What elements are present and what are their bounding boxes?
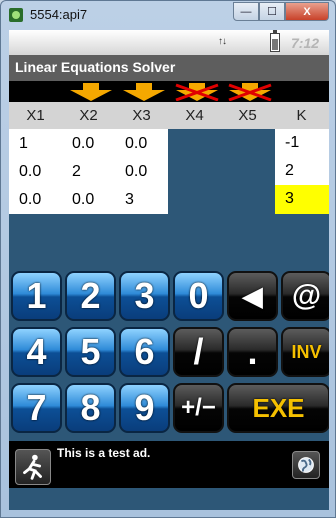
close-icon: X [303,5,311,18]
header-x2: X2 [79,107,98,124]
header-x5: X5 [238,107,257,124]
status-clock: 7:12 [291,35,320,51]
disabled-arrow-icon [175,83,219,101]
header-k: K [296,107,307,124]
window-titlebar: 5554:api7 — ☐ X [1,1,335,29]
maximize-button[interactable]: ☐ [259,2,285,21]
key-0[interactable]: 0 [173,271,224,321]
key-3[interactable]: 3 [119,271,170,321]
matrix-cell[interactable]: 3 [125,191,134,209]
matrix-cell[interactable]: 0.0 [72,135,94,153]
key-4[interactable]: 4 [11,327,62,377]
arrow-down-icon [123,83,165,101]
key-9[interactable]: 9 [119,383,170,433]
ad-text: This is a test ad. [57,446,151,460]
key-1[interactable]: 1 [11,271,62,321]
status-bar: ↑↓ 7:12 [9,30,329,55]
matrix-cell[interactable]: 2 [72,163,81,181]
minimize-icon: — [240,5,252,18]
minimize-button[interactable]: — [233,2,259,21]
maximize-icon: ☐ [267,6,277,18]
inverse-button[interactable]: INV [281,327,329,377]
matrix-cell[interactable]: 0.0 [72,191,94,209]
key-plus-minus[interactable]: +/− [173,383,224,433]
window-title: 5554:api7 [30,7,88,22]
matrix-cell[interactable]: 1 [19,135,28,153]
k-cell[interactable]: -1 [275,129,329,157]
k-cell-selected[interactable]: 3 [275,185,329,214]
emulator-app-icon [9,8,23,22]
matrix-cell[interactable]: 0.0 [19,191,41,209]
close-button[interactable]: X [285,2,329,21]
k-cell[interactable]: 2 [275,157,329,185]
key-2[interactable]: 2 [65,271,116,321]
header-x1: X1 [26,107,45,124]
back-arrow-icon: ◀ [242,280,263,311]
globe-icon[interactable] [292,451,320,479]
matrix-cell[interactable]: 0.0 [125,163,147,181]
keypad: 1 2 3 0 ◀ @ 4 5 6 / . INV 7 8 9 +/− EXE [9,269,329,441]
key-8[interactable]: 8 [65,383,116,433]
backspace-button[interactable]: ◀ [227,271,278,321]
column-indicator-row [9,81,329,102]
key-6[interactable]: 6 [119,327,170,377]
matrix-header: X1 X2 X3 X4 X5 K [9,102,329,129]
app-title: Linear Equations Solver [15,59,176,75]
execute-button[interactable]: EXE [227,383,329,433]
emulator-window: 5554:api7 — ☐ X ↑↓ 7:12 Linear Equations… [0,0,336,518]
app-title-bar: Linear Equations Solver [9,55,329,81]
matrix-cell[interactable]: 0.0 [19,163,41,181]
running-man-icon [15,449,51,485]
key-at[interactable]: @ [281,271,329,321]
data-signal-icon: ↑↓ [218,36,227,47]
arrow-down-icon [70,83,112,101]
header-x4: X4 [185,107,204,124]
key-divide[interactable]: / [173,327,224,377]
coefficient-matrix: 1 0.0 0.0 0.0 2 0.0 0.0 0.0 3 [9,129,168,214]
disabled-arrow-icon [228,83,272,101]
device-screen: ↑↓ 7:12 Linear Equations Solver X1 X2 X3… [9,30,329,510]
key-7[interactable]: 7 [11,383,62,433]
header-x3: X3 [132,107,151,124]
matrix-cell[interactable]: 0.0 [125,135,147,153]
ad-banner[interactable]: This is a test ad. [9,441,329,488]
key-decimal[interactable]: . [227,327,278,377]
key-5[interactable]: 5 [65,327,116,377]
battery-icon [270,30,280,52]
constant-column: -1 2 3 [275,129,329,214]
